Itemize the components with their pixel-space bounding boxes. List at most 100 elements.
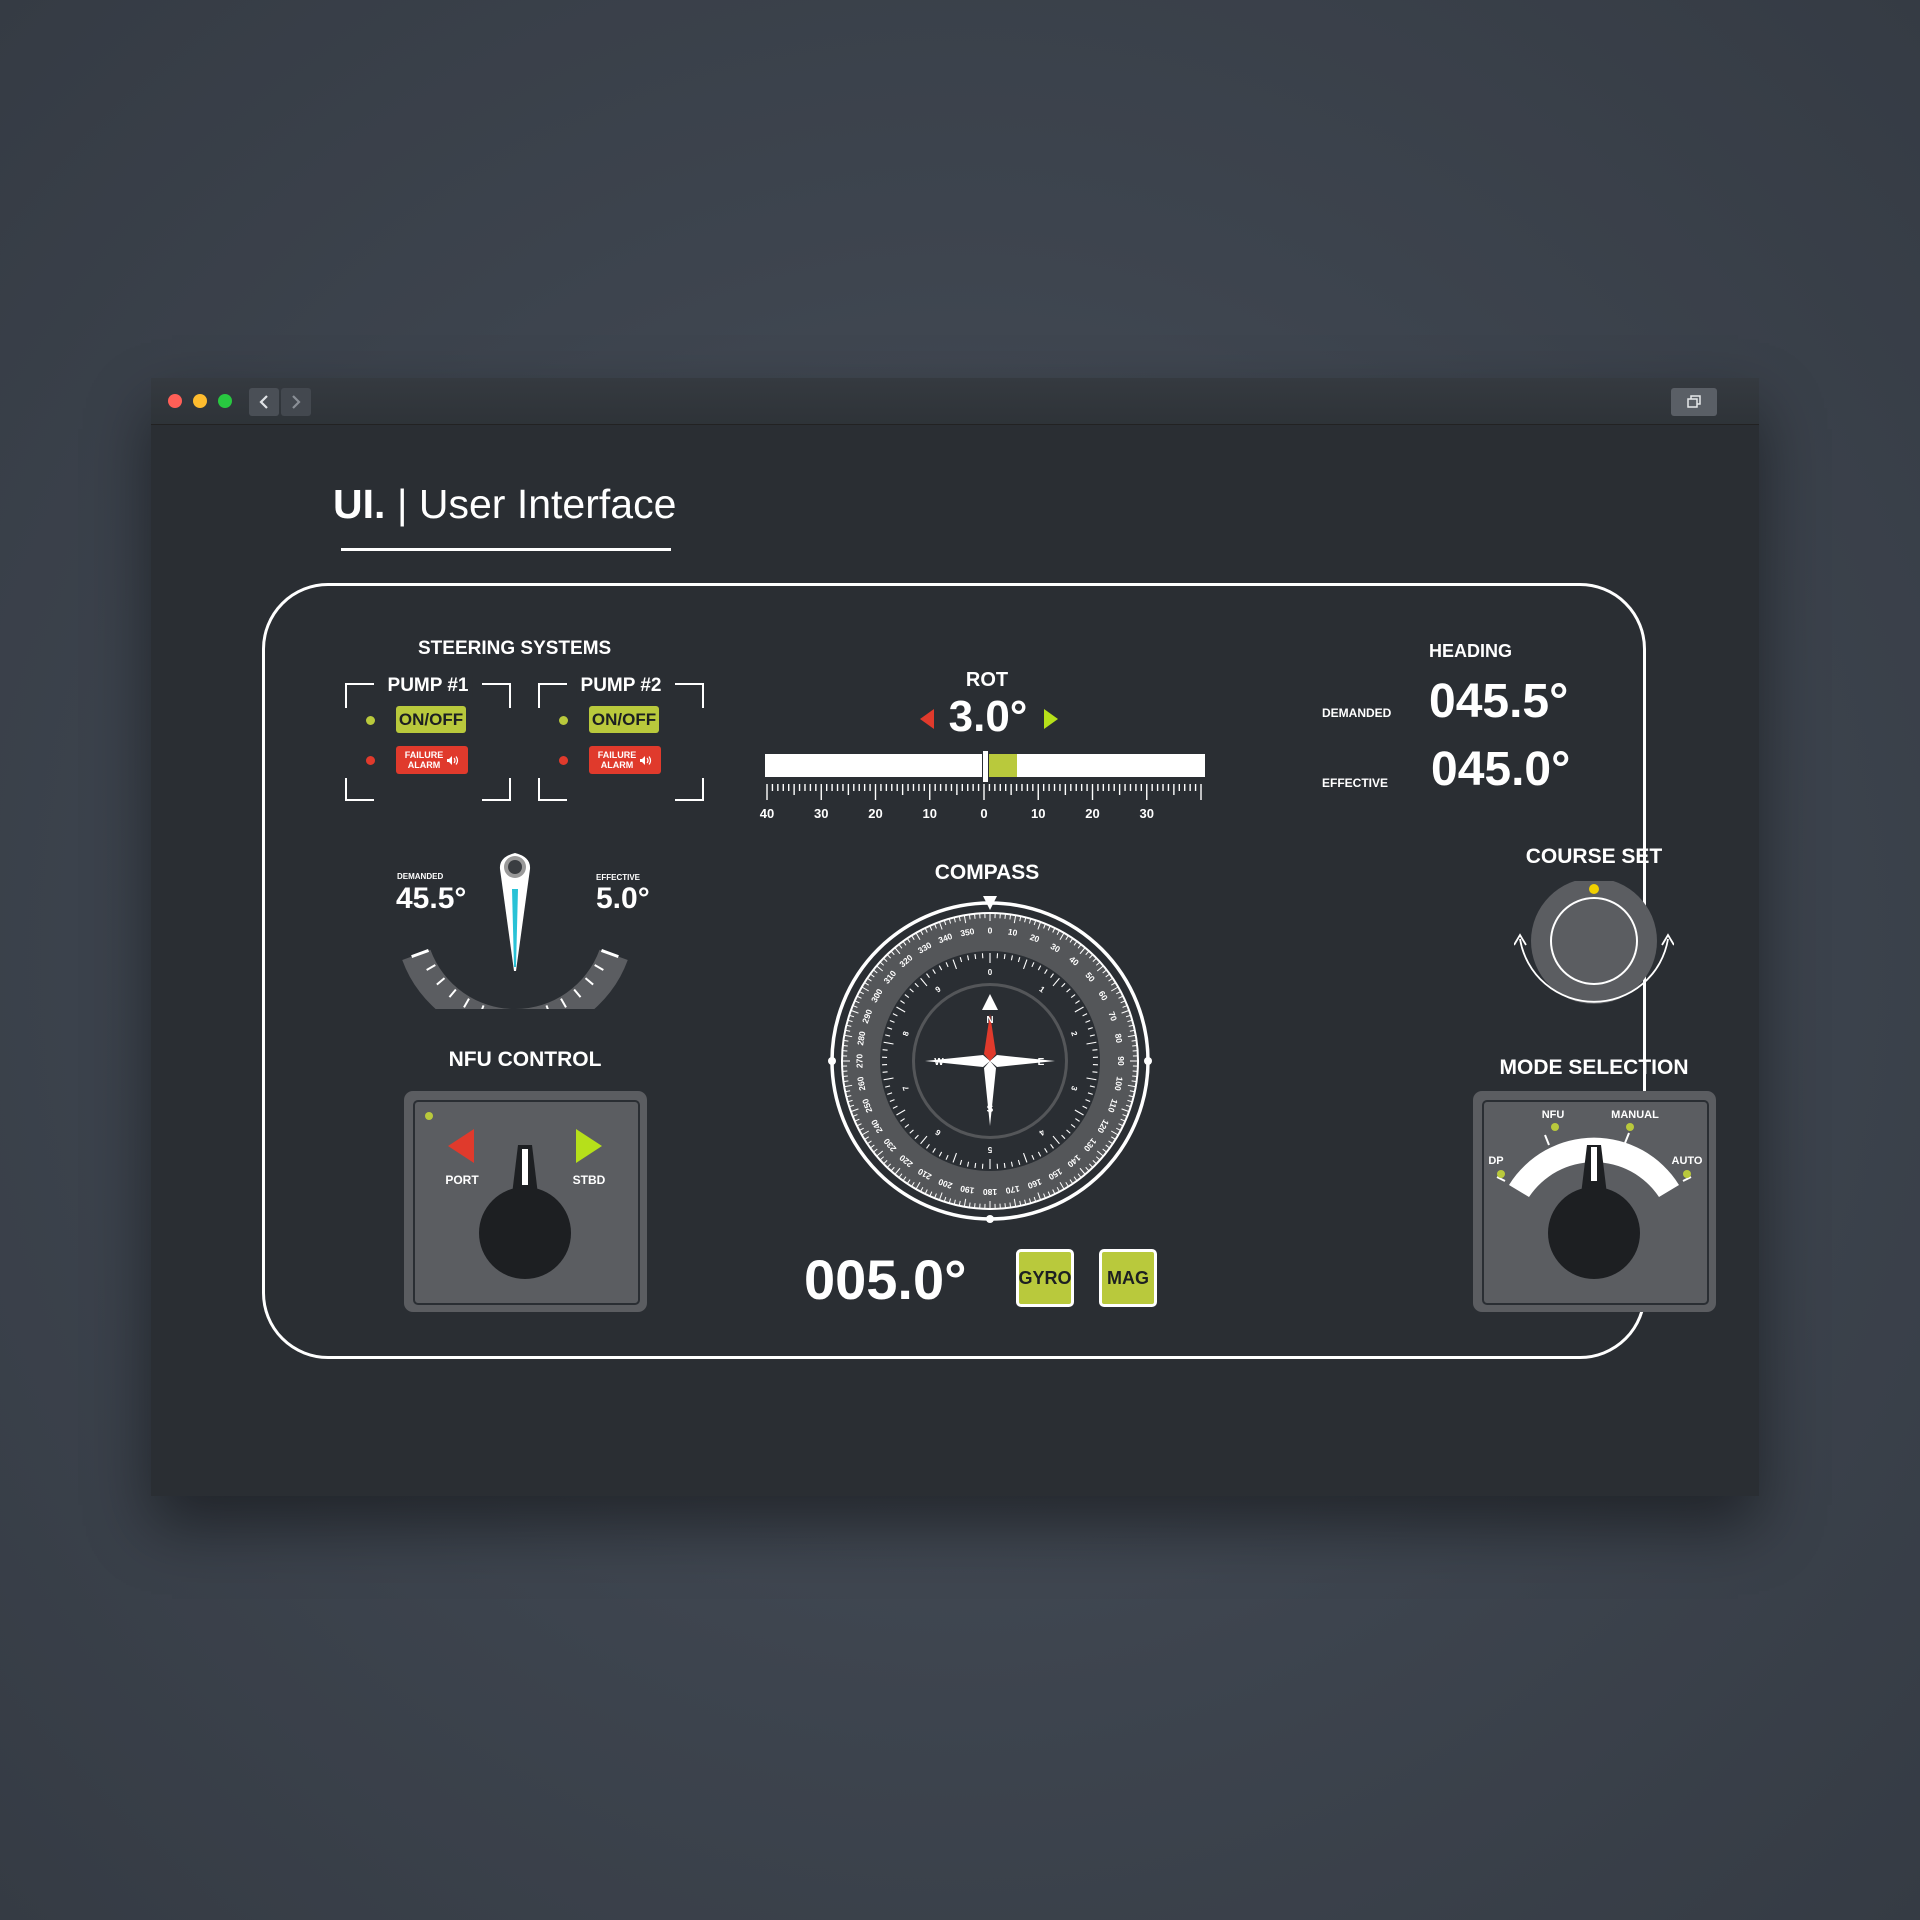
restore-window-button[interactable] xyxy=(1671,388,1717,416)
rot-scale-labels: 40 30 20 10 0 10 20 30 xyxy=(760,806,1205,824)
mag-button[interactable]: MAG xyxy=(1099,1249,1157,1307)
compass-tick xyxy=(842,1075,848,1077)
compass-inner-tick xyxy=(1003,1162,1006,1169)
compass-degree-label: 80 xyxy=(1113,1033,1125,1044)
compass-degree-label: 180 xyxy=(983,1187,997,1197)
compass-tick xyxy=(1132,1075,1138,1077)
steering-systems-title: STEERING SYSTEMS xyxy=(418,638,612,659)
heading-demanded-label: DEMANDED xyxy=(1322,706,1392,720)
mode-option-auto[interactable]: AUTO xyxy=(1672,1155,1703,1167)
pump-2-failure-alarm-button[interactable]: FAILURE ALARM xyxy=(589,746,661,774)
compass-tick xyxy=(843,1039,849,1042)
heading-effective-label: EFFECTIVE xyxy=(1322,776,1389,790)
speaker-icon xyxy=(640,755,652,765)
pump-1-onoff-button[interactable]: ON/OFF xyxy=(396,706,466,733)
rot-scale-label: 40 xyxy=(759,806,775,821)
mode-option-manual[interactable]: MANUAL xyxy=(1611,1109,1659,1121)
heading-title: HEADING xyxy=(1429,641,1513,661)
pump-1-failure-alarm-label: FAILURE ALARM xyxy=(405,750,444,770)
compass-dial: 0 10 2030405060708090100110120130140150160… xyxy=(828,896,1152,1223)
pump-2-label: PUMP #2 xyxy=(576,675,666,697)
compass-degree-label: 0 xyxy=(988,925,993,935)
mode-manual-led xyxy=(1626,1123,1634,1131)
rudder-angle-gauge xyxy=(402,853,628,1009)
title-separator: | xyxy=(396,481,408,527)
compass-title: COMPASS xyxy=(934,861,1040,884)
rot-scale-label: 10 xyxy=(1031,806,1046,821)
compass-inner-tick xyxy=(974,1162,977,1169)
rot-stbd-arrow-icon xyxy=(1044,709,1058,729)
course-set-title: COURSE SET xyxy=(1525,845,1663,868)
compass-tick xyxy=(842,1045,848,1047)
title-bar xyxy=(151,378,1759,425)
back-button[interactable] xyxy=(249,388,279,416)
compass-inner-tick xyxy=(1003,953,1006,960)
compass-east-label: E xyxy=(1038,1057,1045,1068)
compass-tick xyxy=(974,913,976,919)
mode-selection-panel: DP NFU MANUAL AUTO xyxy=(1473,1091,1716,1312)
compass-tick xyxy=(1131,1080,1137,1083)
compass-tick xyxy=(843,1080,849,1083)
pump-1-failure-text: FAILURE xyxy=(404,750,444,760)
window-restore-icon xyxy=(1687,395,1701,408)
rot-port-arrow-icon xyxy=(920,709,934,729)
compass-inner-label: 0 xyxy=(988,968,993,977)
course-set-indicator-dot xyxy=(1589,884,1599,894)
compass-heading-readout: 005.0° xyxy=(804,1248,967,1311)
pump-2-onoff-button[interactable]: ON/OFF xyxy=(589,706,659,733)
rudder-needle xyxy=(499,853,531,971)
rot-scale-label: 20 xyxy=(868,806,883,821)
compass-degree-label: 270 xyxy=(854,1054,864,1068)
pump-2-status-led xyxy=(559,716,568,725)
course-set-knob[interactable] xyxy=(1514,881,1674,1021)
compass-tick xyxy=(968,914,971,920)
minimize-window-button[interactable] xyxy=(193,394,207,408)
nfu-tiller-knob[interactable] xyxy=(470,1141,580,1291)
pump-2-failure-alarm-label: FAILURE ALARM xyxy=(598,750,637,770)
compass-tick xyxy=(1131,1039,1137,1042)
compass-tick xyxy=(1132,1045,1138,1047)
mode-selector-dial[interactable] xyxy=(1473,1091,1716,1312)
compass-degree-label: 90 xyxy=(1116,1056,1126,1066)
pump-1-failure-alarm-button[interactable]: FAILURE ALARM xyxy=(396,746,468,774)
speaker-icon xyxy=(447,755,459,765)
heading-demanded-value: 045.5° xyxy=(1429,675,1569,728)
rot-title: ROT xyxy=(965,669,1009,691)
pump-1-panel: PUMP #1 ON/OFF FAILURE ALARM xyxy=(344,675,512,802)
pump-1-label: PUMP #1 xyxy=(383,675,473,697)
compass-inner-tick xyxy=(1092,1071,1098,1073)
rot-scale-label: 30 xyxy=(1139,806,1154,821)
chevron-left-icon xyxy=(259,395,268,409)
compass-tick xyxy=(1009,1202,1012,1208)
rot-scale xyxy=(766,784,1202,800)
compass-degree-label: 10 xyxy=(1007,926,1018,938)
mode-option-dp[interactable]: DP xyxy=(1488,1155,1503,1167)
pump-2-alarm-text: ALARM xyxy=(600,760,634,770)
compass-inner-tick xyxy=(882,1049,888,1051)
pump-2-failure-text: FAILURE xyxy=(597,750,637,760)
compass-inner-label: 5 xyxy=(987,1145,992,1154)
forward-button[interactable] xyxy=(281,388,311,416)
compass-north-label: N xyxy=(986,1015,993,1026)
compass-inner-tick xyxy=(974,953,977,960)
rot-scale-label: 30 xyxy=(814,806,829,821)
heading-effective-value: 045.0° xyxy=(1431,743,1571,796)
rot-center-marker xyxy=(982,750,989,783)
gyro-button[interactable]: GYRO xyxy=(1016,1249,1074,1307)
title-underline xyxy=(341,548,671,551)
mode-option-nfu[interactable]: NFU xyxy=(1542,1109,1565,1121)
nfu-status-led xyxy=(425,1112,433,1120)
compass-tick xyxy=(1004,913,1006,919)
maximize-window-button[interactable] xyxy=(218,394,232,408)
pump-2-frame xyxy=(538,683,704,801)
chevron-right-icon xyxy=(292,395,301,409)
close-window-button[interactable] xyxy=(168,394,182,408)
rot-scale-label: 10 xyxy=(922,806,937,821)
pump-1-frame xyxy=(345,683,511,801)
rot-indicator: 40 30 20 10 0 10 20 30 xyxy=(760,750,1205,826)
compass-west-label: W xyxy=(934,1057,944,1068)
compass-tick xyxy=(974,1203,976,1209)
rot-scale-label: 20 xyxy=(1085,806,1100,821)
brand-text: UI. xyxy=(333,481,386,527)
pump-1-alarm-led xyxy=(366,756,375,765)
